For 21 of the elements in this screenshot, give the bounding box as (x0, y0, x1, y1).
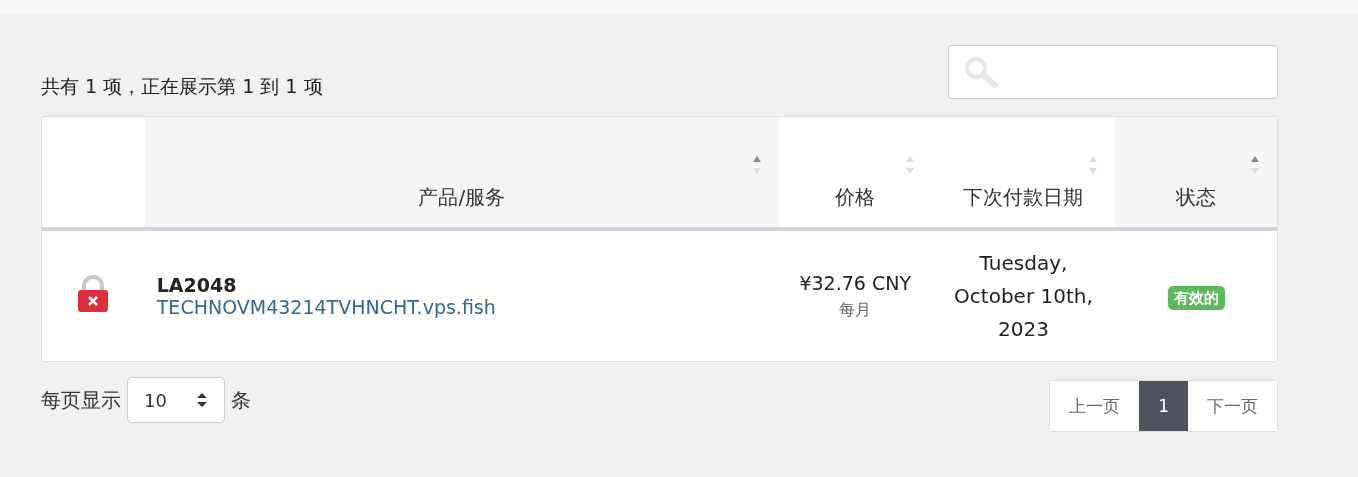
caret-icon (196, 391, 208, 409)
due-date: Tuesday, October 10th, 2023 (953, 249, 1094, 343)
domain-link[interactable]: TECHNOVM43214TVHNCHT.vps.fish (156, 296, 496, 318)
billing-cycle: 每月 (839, 299, 872, 319)
sort-icon[interactable] (1251, 155, 1259, 175)
search-field[interactable] (948, 45, 1278, 99)
entries-summary: 共有 1 项，正在展示第 1 到 1 项 (41, 74, 323, 99)
search-icon (963, 56, 1001, 88)
sort-icon[interactable] (752, 155, 761, 175)
sort-icon[interactable] (1089, 155, 1098, 175)
sort-icon[interactable] (905, 155, 914, 175)
price-text: ¥32.76 CNY (799, 271, 911, 294)
column-header[interactable]: 状态 (1115, 117, 1277, 231)
product-name: LA2048 (156, 274, 237, 296)
status-badge: 有效的 (1167, 285, 1225, 310)
page-size-select[interactable]: 10 (127, 377, 225, 423)
page-size-unit: 条 (231, 386, 251, 414)
column-header[interactable]: 价格 (778, 117, 932, 231)
page-size-label: 每页显示 (41, 386, 121, 414)
column-header[interactable]: 产品/服务 (144, 117, 779, 231)
page-button[interactable]: 1 (1139, 381, 1188, 431)
